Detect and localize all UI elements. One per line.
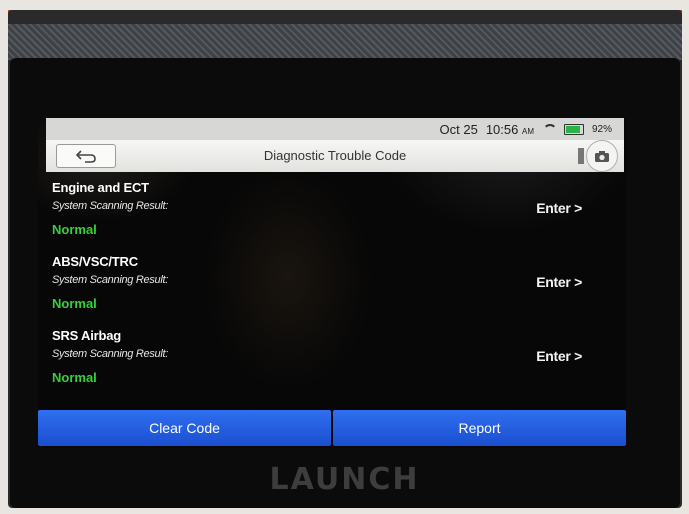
system-result-label: System Scanning Result: <box>52 348 168 360</box>
status-bar: Oct 25 10:56 AM 92% <box>46 118 624 140</box>
system-status: Normal <box>52 296 97 311</box>
system-name: Engine and ECT <box>52 180 149 195</box>
status-date: Oct 25 <box>439 121 478 137</box>
wifi-icon <box>542 124 557 134</box>
enter-button[interactable]: Enter > <box>536 274 582 290</box>
camera-icon <box>595 150 609 162</box>
brand-logo: LAUNCH <box>269 462 420 497</box>
page-title: Diagnostic Trouble Code <box>263 148 407 163</box>
system-result-label: System Scanning Result: <box>52 200 168 212</box>
action-bar: Clear Code Report <box>38 410 626 446</box>
system-result-label: System Scanning Result: <box>52 274 168 286</box>
battery-icon <box>563 123 584 135</box>
title-bar: Diagnostic Trouble Code <box>46 140 624 172</box>
enter-button[interactable]: Enter > <box>536 348 582 364</box>
status-ampm: AM <box>521 126 534 136</box>
status-time: 10:56 AM <box>486 122 534 137</box>
enter-button[interactable]: Enter > <box>536 200 582 216</box>
clear-code-button[interactable]: Clear Code <box>38 410 331 446</box>
report-button[interactable]: Report <box>333 410 626 446</box>
system-status: Normal <box>52 222 97 237</box>
system-list: Engine and ECT System Scanning Result: N… <box>38 174 626 396</box>
system-row-abs[interactable]: ABS/VSC/TRC System Scanning Result: Norm… <box>38 248 626 322</box>
trash-icon[interactable] <box>578 148 584 164</box>
system-row-srs[interactable]: SRS Airbag System Scanning Result: Norma… <box>38 322 626 396</box>
system-status: Normal <box>52 370 97 385</box>
system-row-engine[interactable]: Engine and ECT System Scanning Result: N… <box>38 174 626 248</box>
status-time-value: 10:56 <box>485 121 519 137</box>
device-grip-texture <box>8 24 682 60</box>
back-arrow-icon <box>75 150 96 163</box>
screenshot-button[interactable] <box>586 140 618 172</box>
device-screen: Oct 25 10:56 AM 92% Diagnostic Trouble C… <box>38 118 626 448</box>
back-button[interactable] <box>56 144 116 168</box>
system-name: SRS Airbag <box>52 328 122 343</box>
system-name: ABS/VSC/TRC <box>52 254 138 269</box>
battery-percent: 92% <box>591 123 612 135</box>
